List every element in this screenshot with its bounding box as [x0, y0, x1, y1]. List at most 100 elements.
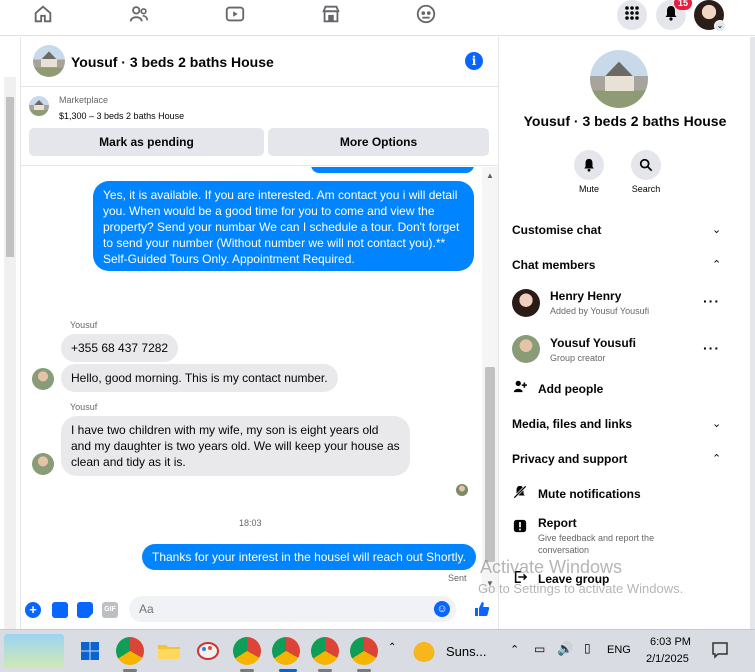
- page-scrollbar[interactable]: [4, 77, 16, 632]
- sender-avatar[interactable]: [32, 453, 54, 475]
- widgets-icon[interactable]: [4, 634, 64, 668]
- search-label: Search: [631, 184, 661, 194]
- video-icon[interactable]: [224, 3, 246, 25]
- tray-chevron-icon[interactable]: ⌃: [510, 643, 519, 656]
- report-icon: [512, 519, 528, 536]
- chevron-up-icon[interactable]: ⌃: [712, 258, 721, 271]
- chevron-down-icon[interactable]: ⌄: [712, 223, 721, 236]
- mark-as-pending-button[interactable]: Mark as pending: [29, 128, 264, 156]
- message-timestamp: 18:03: [239, 518, 262, 528]
- activate-windows-hint: Go to Settings to activate Windows.: [478, 581, 684, 596]
- add-person-icon: [512, 379, 528, 396]
- language-indicator[interactable]: ENG: [607, 644, 631, 656]
- grid-icon: [624, 5, 640, 26]
- clock-time[interactable]: 6:03 PM: [650, 636, 691, 648]
- privacy-support-heading[interactable]: Privacy and support: [512, 452, 627, 466]
- menu-grid-button[interactable]: [617, 0, 647, 30]
- chat-window: Yousuf · 3 beds 2 baths House i Marketpl…: [0, 37, 499, 632]
- listing-description[interactable]: $1,300 – 3 beds 2 baths House: [59, 111, 184, 121]
- member-options-button[interactable]: ···: [703, 340, 720, 356]
- message-list[interactable]: Yes, it is available. If you are interes…: [21, 167, 482, 592]
- home-icon[interactable]: [32, 3, 54, 25]
- chrome-icon[interactable]: [311, 637, 339, 665]
- sender-name: Yousuf: [70, 320, 98, 330]
- incoming-message[interactable]: +355 68 437 7282: [61, 334, 179, 362]
- thumbs-up-icon[interactable]: [473, 600, 491, 618]
- search-icon: [631, 150, 661, 180]
- mute-action[interactable]: Mute: [564, 150, 614, 194]
- battery-icon[interactable]: ▭: [534, 642, 545, 656]
- incoming-message[interactable]: I have two children with my wife, my son…: [61, 416, 410, 476]
- volume-icon[interactable]: 🔊: [557, 641, 573, 657]
- customise-chat-item[interactable]: Customise chat: [512, 223, 601, 237]
- outgoing-message[interactable]: Thanks for your interest in the housel w…: [142, 544, 476, 570]
- sticker-icon[interactable]: [77, 602, 93, 618]
- notification-center-icon[interactable]: [710, 640, 730, 660]
- friends-icon[interactable]: [128, 3, 150, 25]
- listing-thumbnail[interactable]: [29, 96, 49, 116]
- gaming-icon[interactable]: [415, 3, 437, 25]
- marketplace-icon[interactable]: [320, 3, 342, 25]
- info-icon[interactable]: i: [465, 52, 483, 70]
- member-subtitle: Group creator: [550, 353, 606, 363]
- message-scrollbar[interactable]: ▲ ▼: [482, 167, 498, 592]
- activate-windows-watermark: Activate Windows: [480, 557, 623, 577]
- panel-title: Yousuf · 3 beds 2 baths House: [523, 113, 727, 129]
- message-input-wrapper: ☺: [129, 596, 456, 622]
- sender-avatar[interactable]: [32, 368, 54, 390]
- incoming-message[interactable]: Hello, good morning. This is my contact …: [61, 364, 338, 392]
- mute-label: Mute: [578, 184, 599, 194]
- file-explorer-icon[interactable]: [155, 637, 183, 665]
- notifications-button[interactable]: 15: [656, 0, 692, 30]
- scroll-up-arrow-icon[interactable]: ▲: [486, 171, 494, 180]
- chrome-icon[interactable]: [350, 637, 378, 665]
- message-status: Sent: [448, 573, 467, 583]
- search-action[interactable]: Search: [621, 150, 671, 194]
- media-files-links-item[interactable]: Media, files and links: [512, 417, 632, 431]
- house-thumbnail[interactable]: [33, 45, 65, 77]
- chevron-up-icon[interactable]: ⌃: [712, 452, 721, 465]
- paint-icon[interactable]: [194, 637, 222, 665]
- group-photo[interactable]: [590, 50, 648, 108]
- panel-scrollbar[interactable]: [750, 37, 755, 629]
- marketplace-listing: Marketplace $1,300 – 3 beds 2 baths Hous…: [21, 88, 498, 166]
- chat-title[interactable]: Yousuf · 3 beds 2 baths House: [71, 54, 274, 70]
- member-subtitle: Added by Yousuf Yousufi: [550, 306, 650, 316]
- start-icon[interactable]: [76, 637, 104, 665]
- marketplace-label: Marketplace: [59, 95, 109, 105]
- notification-badge: 15: [674, 0, 692, 10]
- chevron-up-icon[interactable]: ⌃: [388, 642, 396, 653]
- plus-icon[interactable]: +: [25, 602, 41, 618]
- chat-members-heading[interactable]: Chat members: [512, 258, 595, 272]
- seen-indicator: [456, 484, 468, 496]
- emoji-icon[interactable]: ☺: [434, 601, 450, 617]
- clock-date[interactable]: 2/1/2025: [646, 653, 689, 665]
- report-button[interactable]: Report: [538, 516, 577, 530]
- top-navigation: 15 ⌄: [0, 0, 755, 36]
- chevron-down-icon[interactable]: ⌄: [712, 417, 721, 430]
- chevron-down-icon[interactable]: ⌄: [714, 20, 726, 32]
- weather-text[interactable]: Suns...: [446, 644, 486, 659]
- message-composer: + GIF ☺: [21, 594, 498, 629]
- outgoing-message[interactable]: Yes, it is available. If you are interes…: [93, 181, 474, 271]
- chrome-icon[interactable]: [233, 637, 261, 665]
- bell-icon: [574, 150, 604, 180]
- conversation-details-panel: Yousuf · 3 beds 2 baths House Mute Searc…: [500, 37, 750, 629]
- member-options-button[interactable]: ···: [703, 293, 720, 309]
- previous-message-bubble: [311, 167, 474, 173]
- network-icon[interactable]: ▯: [584, 641, 591, 655]
- photo-icon[interactable]: [52, 602, 68, 618]
- member-name[interactable]: Henry Henry: [550, 289, 621, 303]
- more-options-button[interactable]: More Options: [268, 128, 489, 156]
- gif-icon[interactable]: GIF: [102, 602, 118, 618]
- chrome-icon[interactable]: [116, 637, 144, 665]
- member-avatar[interactable]: [512, 335, 540, 363]
- member-avatar[interactable]: [512, 289, 540, 317]
- add-people-button[interactable]: Add people: [538, 382, 603, 396]
- scrollbar-thumb[interactable]: [485, 367, 495, 562]
- mute-notifications-button[interactable]: Mute notifications: [538, 487, 641, 501]
- chrome-icon[interactable]: [272, 637, 300, 665]
- weather-icon[interactable]: [412, 638, 436, 662]
- member-name[interactable]: Yousuf Yousufi: [550, 336, 636, 350]
- message-input[interactable]: [129, 596, 419, 622]
